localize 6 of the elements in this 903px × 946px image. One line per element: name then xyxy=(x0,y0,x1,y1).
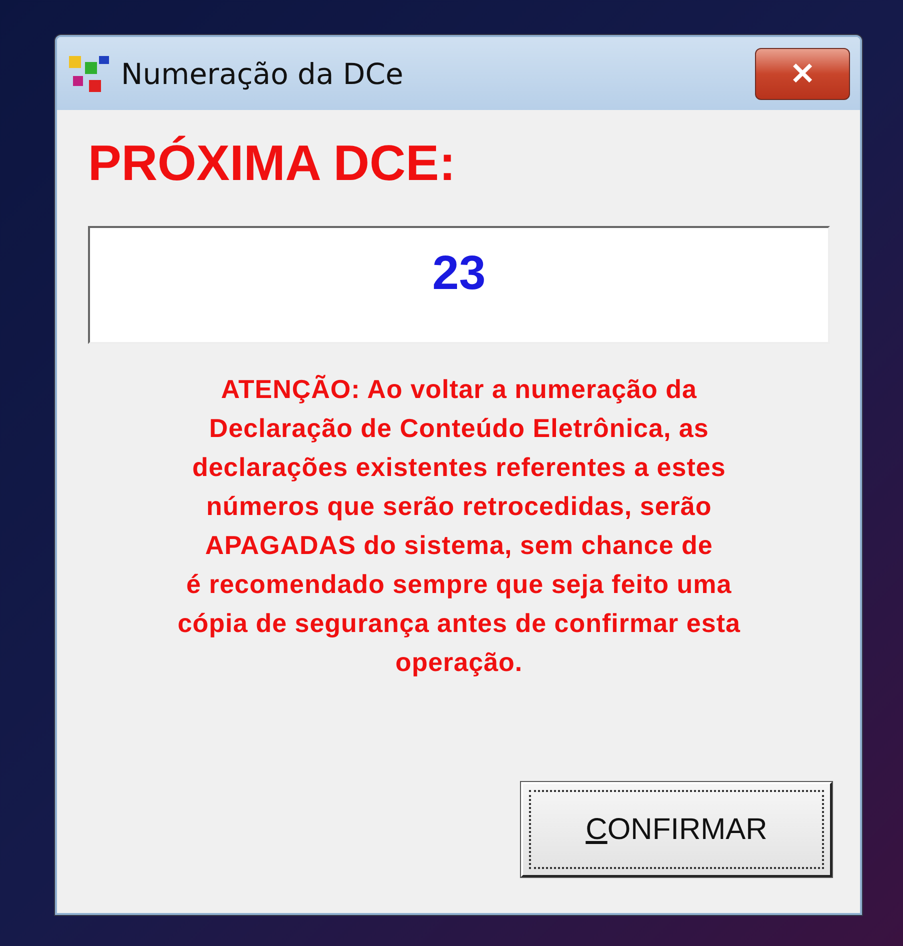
number-field[interactable]: 23 xyxy=(88,226,830,344)
close-button[interactable]: ✕ xyxy=(755,48,850,100)
warning-text: ATENÇÃO: Ao voltar a numeração da Declaração de Conteúdo Eletrônica, as declarações existentes referentes a estes números que serão retrocedidas, serão APAGADAS do sistema, sem chance de é recomendado sempre que seja feito uma cópia de segurança antes de confirmar esta operação. xyxy=(176,373,742,679)
heading: PRÓXIMA DCE: xyxy=(88,138,457,188)
confirm-button[interactable]: CONFIRMAR xyxy=(521,782,832,877)
window-title: Numeração da DCe xyxy=(121,56,404,90)
